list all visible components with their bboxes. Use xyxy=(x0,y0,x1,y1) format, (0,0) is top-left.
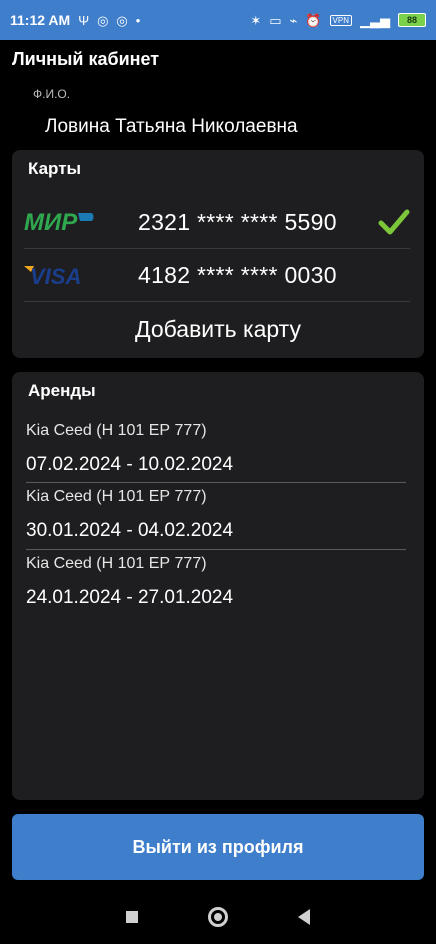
app-icon: ◎ xyxy=(97,12,109,28)
rental-dates: 07.02.2024 - 10.02.2024 xyxy=(26,454,234,475)
card-number: 2321 **** **** 5590 xyxy=(138,208,337,235)
logout-button[interactable]: Выйти из профиля xyxy=(12,814,424,880)
app-icon-2: ◎ xyxy=(116,12,128,28)
rental-dates: 30.01.2024 - 04.02.2024 xyxy=(26,520,234,541)
card-row-mir[interactable]: МИР 2321 **** **** 5590 xyxy=(12,196,424,248)
rental-car: Kia Ceed (Н 101 ЕР 777) xyxy=(26,488,207,505)
rental-car: Kia Ceed (Н 101 ЕР 777) xyxy=(26,422,207,439)
cards-panel: Карты МИР 2321 **** **** 5590 VISA 4182 … xyxy=(12,150,424,358)
visa-logo-icon: VISA xyxy=(24,264,81,288)
divider xyxy=(26,482,406,483)
dot-icon: • xyxy=(135,12,141,28)
status-bar-right: ✶ ▭ ⌁ ⏰ VPN ▁▃▅ 88 xyxy=(250,13,426,27)
vibrate-icon: ▭ xyxy=(269,12,282,28)
status-time: 11:12 AM xyxy=(10,12,71,28)
status-bar: 11:12 AM Ψ ◎ ◎ • ✶ ▭ ⌁ ⏰ VPN ▁▃▅ 88 xyxy=(0,0,436,40)
home-icon[interactable] xyxy=(208,907,228,927)
bluetooth-icon: ✶ xyxy=(250,12,262,28)
add-card-button[interactable]: Добавить карту xyxy=(12,304,424,354)
fio-value: Ловина Татьяна Николаевна xyxy=(45,116,298,137)
alarm-icon: ⏰ xyxy=(305,12,322,28)
mute-icon: ⌁ xyxy=(289,12,298,28)
mir-logo-icon: МИР xyxy=(24,209,94,235)
check-icon xyxy=(378,209,410,235)
divider xyxy=(26,549,406,550)
back-icon[interactable] xyxy=(298,909,310,925)
rentals-panel: Аренды Kia Ceed (Н 101 ЕР 777) 07.02.202… xyxy=(12,372,424,800)
status-bar-left: 11:12 AM Ψ ◎ ◎ • xyxy=(10,12,140,28)
usb-icon: Ψ xyxy=(78,12,90,28)
mir-logo-text: МИР xyxy=(24,209,78,235)
card-number: 4182 **** **** 0030 xyxy=(138,261,337,288)
recents-icon[interactable] xyxy=(126,911,138,923)
fio-label: Ф.И.О. xyxy=(33,87,71,101)
rentals-title: Аренды xyxy=(28,381,96,400)
card-row-visa[interactable]: VISA 4182 **** **** 0030 xyxy=(12,249,424,301)
rental-item[interactable]: Kia Ceed (Н 101 ЕР 777) 30.01.2024 - 04.… xyxy=(26,488,406,542)
page-title: Личный кабинет xyxy=(12,49,160,69)
signal-icon: ▁▃▅ xyxy=(360,12,390,28)
divider xyxy=(24,301,410,302)
rental-dates: 24.01.2024 - 27.01.2024 xyxy=(26,587,234,608)
battery-icon: 88 xyxy=(398,13,426,27)
vpn-icon: VPN xyxy=(329,14,352,26)
rental-car: Kia Ceed (Н 101 ЕР 777) xyxy=(26,555,207,572)
visa-logo-text: VISA xyxy=(30,264,81,288)
system-nav-bar xyxy=(0,890,436,944)
rental-item[interactable]: Kia Ceed (Н 101 ЕР 777) 07.02.2024 - 10.… xyxy=(26,422,406,476)
rental-item[interactable]: Kia Ceed (Н 101 ЕР 777) 24.01.2024 - 27.… xyxy=(26,555,406,609)
cards-title: Карты xyxy=(28,159,82,178)
